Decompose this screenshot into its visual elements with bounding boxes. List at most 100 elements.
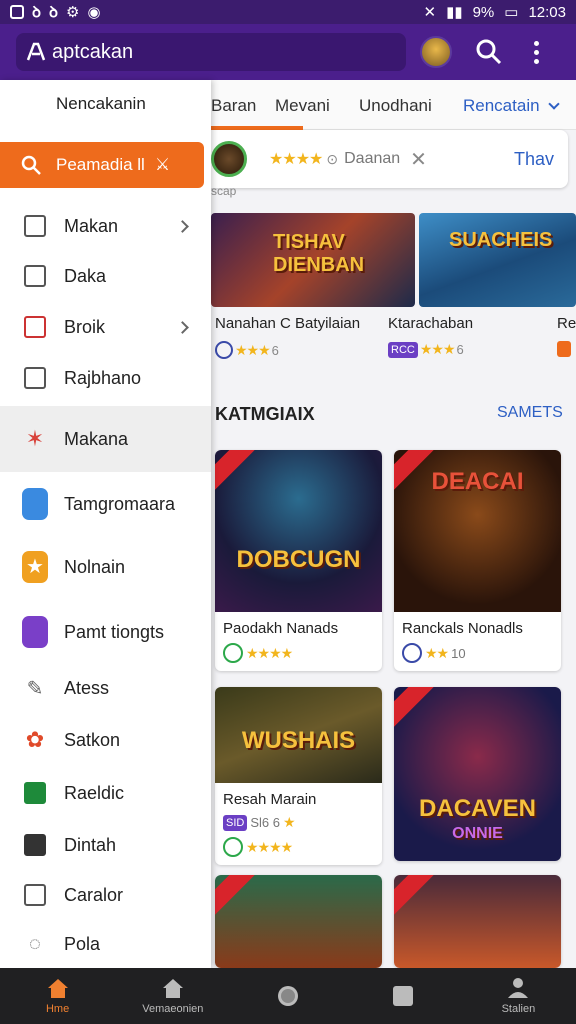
ribbon-badge <box>394 687 434 730</box>
game-card-1[interactable]: DOBCUGN Paodakh Nanads ★★★★ <box>215 450 382 671</box>
drawer-item-12-label: Dintah <box>64 834 117 855</box>
game-card-3-art-title: WUSHAIS <box>241 727 356 754</box>
chevron-right-icon <box>176 320 189 334</box>
chevron-right-icon <box>176 219 189 233</box>
tab-1[interactable]: Baran <box>211 96 256 116</box>
game-card-3-title: Resah Marain <box>223 791 317 808</box>
promo-action-button[interactable]: Thav <box>514 149 554 170</box>
nav-home[interactable]: Hme <box>0 968 115 1024</box>
game-card-4-art-subtitle: ONNIE <box>452 825 503 842</box>
circle-icon <box>278 986 298 1006</box>
plus-box-icon <box>22 832 48 858</box>
drawer-item-11-label: Raeldic <box>64 782 125 803</box>
drawer-item-2[interactable]: Daka <box>0 250 211 302</box>
drawer-item-12[interactable]: Dintah <box>0 819 211 871</box>
game-card-3-chip-row: SID Sl6 6 ★ <box>215 808 382 831</box>
battery-icon: ▭ <box>504 4 519 21</box>
notification-icon: ꝺ <box>32 4 41 21</box>
drawer-item-14-label: Pola <box>64 933 101 954</box>
chat-icon: ◌ <box>29 932 41 955</box>
featured-banner-2-title: SUACHEIS <box>449 229 553 251</box>
drawer-item-3-label: Broik <box>64 316 106 337</box>
featured-item-1-title[interactable]: Nanahan C Batyilaian <box>215 315 360 332</box>
featured-item-3-rating <box>557 341 571 357</box>
game-card-1-art: DOBCUGN <box>215 450 382 612</box>
app-root: ꝺ ꝺ ⚙ ◉ ✕ ▮▮ 9% ▭ 12:03 aptcakan Baran M… <box>0 0 576 1024</box>
section-title: KATMGIAIX <box>215 404 315 424</box>
drawer-item-13-label: Caralor <box>64 884 124 905</box>
tab-4-label: Rencatain <box>463 96 540 115</box>
bottom-navigation: Hme Vemaeonien Stalien <box>0 968 576 1024</box>
stars-icon: ★★ <box>425 644 449 661</box>
palette-icon: ✿ <box>25 727 45 752</box>
featured-item-2-title[interactable]: Ktarachaban <box>388 315 473 332</box>
featured-item-3-title[interactable]: Re <box>557 315 576 332</box>
drawer-item-6[interactable]: Tamgromaara <box>0 478 211 530</box>
document-icon <box>22 213 48 239</box>
featured-banner-2[interactable]: SUACHEIS <box>419 213 576 307</box>
drawer-item-7-label: Nolnain <box>64 556 126 577</box>
drawer-header: Nencakanin <box>56 94 146 113</box>
drawer-item-14[interactable]: ◌ Pola <box>0 918 211 970</box>
drawer-item-11[interactable]: Raeldic <box>0 767 211 819</box>
nav-home-label: Hme <box>45 1003 70 1015</box>
drawer-item-9[interactable]: ✎ Atess <box>0 662 211 714</box>
section-more-link[interactable]: SAMETS <box>497 404 563 422</box>
featured-banner-1-title: TISHAV DIENBAN <box>273 231 365 276</box>
more-icon[interactable] <box>526 40 546 64</box>
avatar[interactable] <box>420 36 452 68</box>
stars-icon: ★★★ <box>419 341 456 357</box>
search-field[interactable]: aptcakan <box>16 33 406 71</box>
close-icon[interactable]: ✕ <box>410 147 427 172</box>
game-card-1-art-title: DOBCUGN <box>236 546 361 573</box>
nav-3[interactable] <box>230 968 345 1024</box>
nav-5-label: Stalien <box>501 1003 536 1015</box>
drawer-item-8[interactable]: Pamt tiongts <box>0 606 211 658</box>
game-card-3-art: WUSHAIS <box>215 687 382 783</box>
logo-icon <box>26 42 46 61</box>
nav-5[interactable]: Stalien <box>461 968 576 1024</box>
stars-icon: ★★★★ <box>246 838 293 855</box>
rating-badge-icon <box>215 341 233 359</box>
nav-2[interactable]: Vemaeonien <box>115 968 230 1024</box>
drawer-item-3[interactable]: Broik <box>0 301 211 353</box>
featured-item-1-rating: ★★★ 6 <box>215 341 279 359</box>
drawer-item-6-label: Tamgromaara <box>64 493 176 514</box>
tab-2[interactable]: Mevani <box>275 96 330 116</box>
drawer-item-5[interactable]: ✶ Makana <box>0 406 211 472</box>
drawer-item-4[interactable]: Rajbhano <box>0 352 211 404</box>
verified-icon <box>223 837 243 857</box>
music-icon <box>22 616 48 648</box>
ribbon-badge <box>215 450 255 493</box>
sheet-icon <box>22 780 48 806</box>
stars-icon: ★★★ <box>235 341 271 358</box>
game-card-3[interactable]: WUSHAIS Resah Marain SID Sl6 6 ★ ★★★★ <box>215 687 382 865</box>
drawer-item-10[interactable]: ✿ Satkon <box>0 714 211 766</box>
drawer-item-1[interactable]: Makan <box>0 200 211 252</box>
tab-3[interactable]: Unodhani <box>359 96 432 116</box>
game-icon: ◉ <box>87 4 101 21</box>
game-card-2-rating-value: 10 <box>451 645 466 661</box>
promo-info-icon: ⊙ <box>326 150 339 167</box>
star-icon: ★ <box>22 551 48 583</box>
game-card-6-art <box>394 875 561 968</box>
game-card-6[interactable] <box>394 875 561 968</box>
search-icon[interactable] <box>474 37 504 67</box>
featured-carousel: TISHAV DIENBAN SUACHEIS <box>211 213 576 307</box>
game-card-2[interactable]: DEACAI Ranckals Nonadls ★★ 10 <box>394 450 561 671</box>
featured-item-2-rating: RCC ★★★ 6 <box>388 341 464 358</box>
tab-4[interactable]: Rencatain <box>463 96 560 116</box>
notification-icon: ꝺ <box>49 4 58 21</box>
promo-banner[interactable]: ★★★★ ⊙ Daanan ✕ Thav <box>211 130 568 188</box>
brush-icon: ✎ <box>26 677 44 700</box>
gamepad-icon <box>22 488 48 520</box>
drawer-item-8-label: Pamt tiongts <box>64 621 165 642</box>
game-card-4[interactable]: DACAVEN ONNIE <box>394 687 561 861</box>
featured-banner-1[interactable]: TISHAV DIENBAN <box>211 213 415 307</box>
edit-icon <box>22 314 48 340</box>
nav-4[interactable] <box>346 968 461 1024</box>
drawer-search-button[interactable]: Peamadia ll ⚔ <box>0 142 204 188</box>
game-card-5[interactable] <box>215 875 382 968</box>
drawer-item-13[interactable]: Caralor <box>0 869 211 921</box>
drawer-item-7[interactable]: ★ Nolnain <box>0 541 211 593</box>
